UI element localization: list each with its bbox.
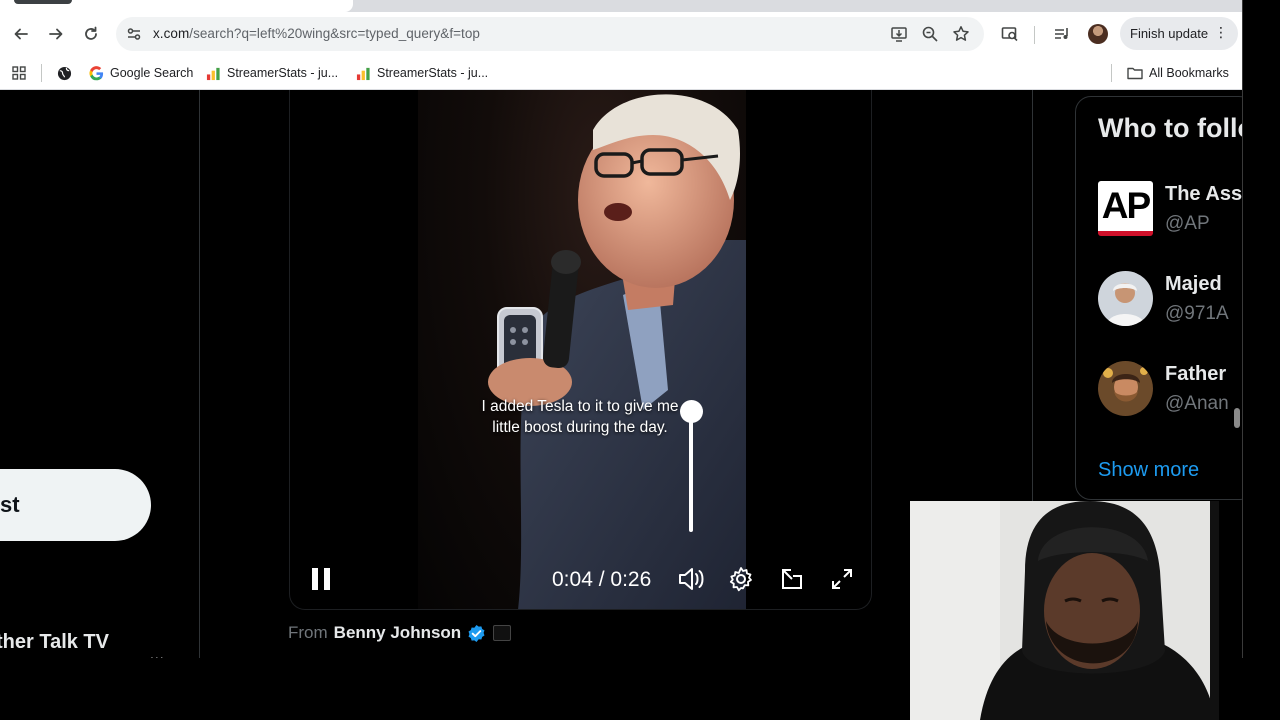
show-more-link[interactable]: Show more bbox=[1098, 459, 1199, 482]
all-bookmarks-button[interactable]: All Bookmarks bbox=[1127, 62, 1229, 84]
bar-chart-icon bbox=[205, 65, 221, 81]
streamer-webcam-image bbox=[910, 501, 1219, 720]
volume-icon bbox=[679, 568, 704, 590]
finish-update-button[interactable]: Finish update ⋮ bbox=[1120, 17, 1238, 50]
time-total: 0:26 bbox=[610, 568, 652, 591]
who-to-follow-panel: Who to follow AP The Associated Press @A… bbox=[1075, 96, 1243, 500]
fullscreen-button[interactable] bbox=[827, 564, 857, 594]
caption-line-1: I added Tesla to it to give me bbox=[481, 398, 679, 415]
from-author-name[interactable]: Benny Johnson bbox=[334, 623, 462, 643]
pause-button[interactable] bbox=[308, 564, 334, 594]
profile-avatar[interactable] bbox=[1088, 24, 1108, 44]
zoom-icon[interactable] bbox=[919, 23, 941, 45]
back-button[interactable] bbox=[9, 22, 33, 46]
url-path: /search?q=left%20wing&src=typed_query&f=… bbox=[189, 26, 480, 41]
account-more-icon[interactable]: ... bbox=[150, 646, 165, 658]
speaker-figure-image bbox=[488, 94, 746, 609]
all-bookmarks-label: All Bookmarks bbox=[1149, 66, 1229, 80]
gear-icon bbox=[729, 567, 752, 592]
suggestion-handle: @971A bbox=[1165, 303, 1229, 324]
video-caption: I added Tesla to it to give me little bo… bbox=[450, 396, 710, 438]
bookmark-globe[interactable] bbox=[56, 62, 78, 84]
bookmark-star-icon[interactable] bbox=[950, 23, 972, 45]
bookmark-streamerstats-2[interactable]: StreamerStats - ju... bbox=[355, 62, 488, 84]
bookmarks-divider bbox=[1111, 64, 1112, 82]
reload-button[interactable] bbox=[79, 22, 103, 46]
site-settings-icon[interactable] bbox=[122, 22, 146, 46]
media-controls-button[interactable] bbox=[1050, 22, 1074, 46]
page-scrollbar-thumb[interactable] bbox=[1234, 408, 1240, 428]
caption-line-2: little boost during the day. bbox=[492, 419, 668, 436]
suggestion-handle: @Anan bbox=[1165, 393, 1229, 414]
from-prefix: From bbox=[288, 623, 328, 642]
apps-button[interactable] bbox=[11, 62, 33, 84]
google-icon bbox=[88, 65, 104, 81]
google-lens-button[interactable] bbox=[998, 22, 1022, 46]
bar-chart-icon bbox=[355, 65, 371, 81]
video-controls: 0:04 / 0:26 bbox=[290, 560, 871, 600]
follow-suggestion[interactable]: Father @Anan bbox=[1098, 361, 1242, 417]
playlist-icon bbox=[1055, 28, 1068, 39]
back-arrow-icon bbox=[14, 28, 28, 40]
user-avatar bbox=[1098, 361, 1153, 416]
install-app-icon[interactable] bbox=[888, 23, 910, 45]
suggestion-name: Majed bbox=[1165, 273, 1222, 295]
account-switcher-name[interactable]: ther Talk TV bbox=[0, 631, 109, 654]
video-time: 0:04 / 0:26 bbox=[552, 568, 651, 592]
folder-icon bbox=[1127, 65, 1143, 81]
post-button[interactable]: st bbox=[0, 469, 151, 541]
left-column-border bbox=[199, 90, 200, 658]
minimize-player-icon bbox=[782, 569, 802, 589]
suggestion-name: The Associated Press bbox=[1165, 183, 1243, 205]
verified-badge-icon bbox=[467, 624, 486, 643]
webcam-overlay bbox=[910, 501, 1219, 720]
bookmark-label: Google Search bbox=[110, 66, 194, 80]
tab-strip bbox=[0, 0, 1242, 12]
url-host: x.com bbox=[153, 26, 190, 41]
mute-button[interactable] bbox=[676, 564, 706, 594]
follow-suggestion[interactable]: AP The Associated Press @AP bbox=[1098, 181, 1243, 237]
who-to-follow-title: Who to follow bbox=[1098, 113, 1242, 143]
forward-button[interactable] bbox=[44, 22, 68, 46]
globe-icon bbox=[56, 65, 72, 81]
time-separator: / bbox=[598, 568, 611, 591]
follow-suggestion[interactable]: Majed @971A bbox=[1098, 271, 1242, 327]
bookmark-label: StreamerStats - ju... bbox=[377, 66, 489, 80]
bookmark-label: StreamerStats - ju... bbox=[227, 66, 339, 80]
url-text[interactable]: x.com/search?q=left%20wing&src=typed_que… bbox=[153, 26, 480, 41]
apps-grid-icon bbox=[11, 65, 27, 81]
volume-slider-track[interactable] bbox=[689, 410, 693, 532]
pause-icon bbox=[312, 568, 330, 590]
ap-logo-avatar: AP bbox=[1098, 181, 1153, 236]
kebab-menu-icon: ⋮ bbox=[1214, 24, 1228, 40]
address-bar[interactable]: x.com/search?q=left%20wing&src=typed_que… bbox=[116, 17, 984, 51]
video-player[interactable]: I added Tesla to it to give me little bo… bbox=[289, 90, 872, 610]
post-button-label: st bbox=[0, 492, 20, 517]
webcam-edge bbox=[1210, 501, 1219, 720]
forward-arrow-icon bbox=[49, 28, 63, 40]
bookmark-streamerstats-1[interactable]: StreamerStats - ju... bbox=[205, 62, 338, 84]
settings-button[interactable] bbox=[726, 564, 756, 594]
user-avatar bbox=[1098, 271, 1153, 326]
browser-toolbar: x.com/search?q=left%20wing&src=typed_que… bbox=[0, 12, 1242, 56]
suggestion-name: Father bbox=[1165, 363, 1227, 385]
lens-search-icon bbox=[1001, 27, 1018, 42]
toolbar-divider bbox=[1034, 26, 1035, 44]
time-current: 0:04 bbox=[552, 568, 593, 591]
suggestion-handle: @AP bbox=[1165, 213, 1210, 234]
bookmark-google-search[interactable]: Google Search bbox=[88, 62, 193, 84]
video-frame bbox=[418, 90, 746, 609]
picture-in-picture-button[interactable] bbox=[777, 564, 807, 594]
bookmarks-bar: Google Search StreamerStats - ju... Stre… bbox=[0, 56, 1242, 90]
affiliate-badge-icon bbox=[493, 625, 512, 641]
tab-group-chip[interactable] bbox=[14, 0, 72, 4]
video-attribution: From Benny Johnson bbox=[288, 623, 512, 643]
volume-slider-handle[interactable] bbox=[680, 400, 703, 423]
reload-icon bbox=[85, 26, 97, 40]
fullscreen-icon bbox=[832, 569, 852, 589]
bookmarks-divider bbox=[41, 64, 42, 82]
finish-update-label: Finish update bbox=[1130, 26, 1209, 41]
